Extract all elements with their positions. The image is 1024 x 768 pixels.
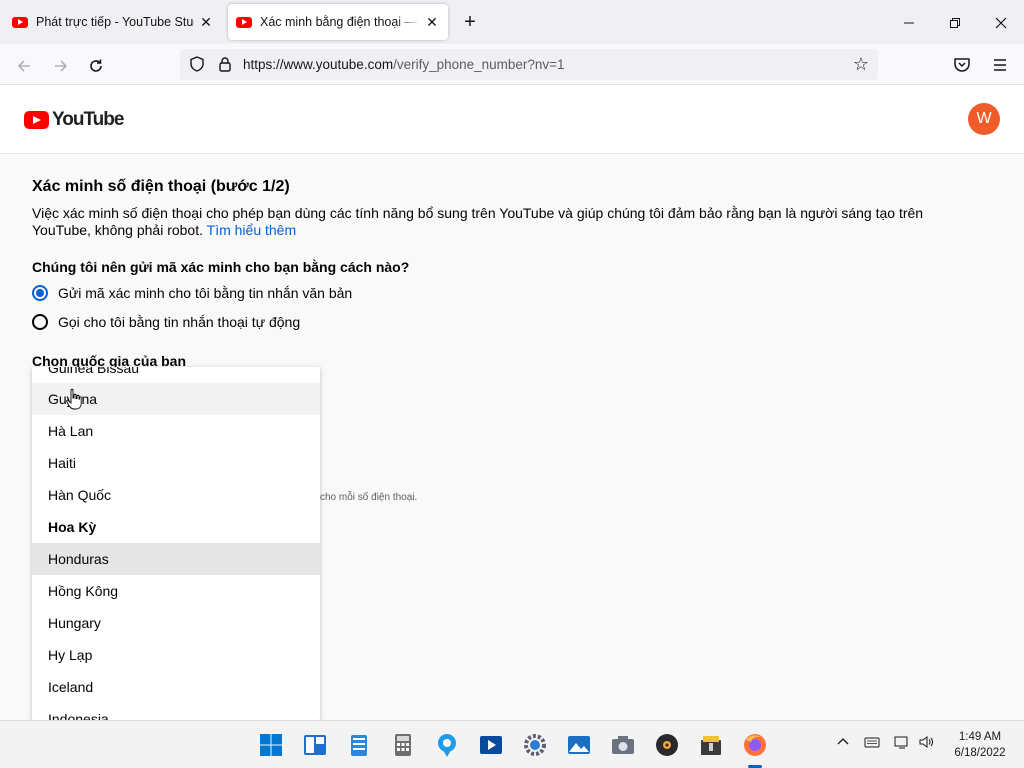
country-option[interactable]: Hungary [32,607,320,639]
option-label: Gửi mã xác minh cho tôi bằng tin nhắn vă… [58,285,353,301]
camera-icon[interactable] [610,732,636,758]
country-option[interactable]: Hồng Kông [32,575,320,607]
media-player-icon[interactable] [478,732,504,758]
back-button[interactable] [11,52,37,78]
tab-title: Xác minh bằng điện thoại — YouTube [260,15,420,29]
lock-icon[interactable] [216,55,234,73]
radio-checked-icon[interactable] [32,285,48,301]
country-option[interactable]: Hy Lạp [32,639,320,671]
note-text: cho mỗi số điện thoại. [320,492,418,503]
chevron-up-icon[interactable] [836,735,850,752]
radio-unchecked-icon[interactable] [32,314,48,330]
youtube-play-icon [24,111,49,129]
volume-icon[interactable] [918,735,934,752]
country-option[interactable]: Guinea Bissau [32,367,320,384]
option-label: Gọi cho tôi bằng tin nhắn thoại tự động [58,314,301,330]
system-clock[interactable]: 1:49 AM 6/18/2022 [944,729,1016,761]
calculator-icon[interactable] [390,732,416,758]
settings-icon[interactable] [522,732,548,758]
tab-phone-verification[interactable]: Xác minh bằng điện thoại — YouTube ✕ [228,4,448,40]
country-option[interactable]: Hà Lan [32,415,320,447]
delivery-question: Chúng tôi nên gửi mã xác minh cho bạn bằ… [32,259,410,275]
country-dropdown-list[interactable]: Guinea Bissau Guyana Hà Lan Haiti Hàn Qu… [32,367,320,720]
description: Việc xác minh số điện thoại cho phép bạn… [32,205,982,239]
bookmark-star-icon[interactable]: ☆ [850,53,872,75]
clock-time: 1:49 AM [958,731,1002,743]
new-tab-button[interactable]: + [458,10,482,34]
youtube-favicon-icon [236,16,252,28]
address-bar[interactable]: https://www.youtube.com/verify_phone_num… [180,49,878,80]
tracking-protection-icon[interactable] [188,55,206,73]
photos-icon[interactable] [566,732,592,758]
youtube-favicon-icon [12,16,28,28]
page-title: Xác minh số điện thoại (bước 1/2) [32,178,290,195]
tab-title: Phát trực tiếp - YouTube Studio [36,15,194,29]
menu-icon[interactable] [990,55,1010,75]
option-voice-call[interactable]: Gọi cho tôi bằng tin nhắn thoại tự động [32,312,300,332]
account-avatar[interactable]: W [968,103,1000,135]
close-tab-icon[interactable]: ✕ [198,14,214,31]
tab-youtube-studio[interactable]: Phát trực tiếp - YouTube Studio ✕ [4,4,222,40]
start-icon[interactable] [258,732,284,758]
forward-button[interactable] [48,52,74,78]
keyboard-icon[interactable] [864,735,880,752]
widgets-icon[interactable] [302,732,328,758]
windows-taskbar: 1:49 AM 6/18/2022 [0,720,1024,768]
option-text-message[interactable]: Gửi mã xác minh cho tôi bằng tin nhắn vă… [32,283,352,303]
youtube-logo[interactable]: YouTube [24,109,124,131]
network-icon[interactable] [894,735,910,752]
hand-cursor-icon [66,388,82,410]
country-option[interactable]: Iceland [32,671,320,703]
country-option[interactable]: Hàn Quốc [32,479,320,511]
minimize-button[interactable] [886,0,932,44]
youtube-header: YouTube W [0,85,1024,154]
close-window-button[interactable] [978,0,1024,44]
url-path: /verify_phone_number?nv=1 [393,57,565,72]
music-icon[interactable] [654,732,680,758]
country-option-selected[interactable]: Honduras [32,543,320,575]
country-option[interactable]: Haiti [32,447,320,479]
clock-date: 6/18/2022 [954,747,1006,759]
url-text: https://www.youtube.com/verify_phone_num… [243,57,565,72]
navigation-toolbar: https://www.youtube.com/verify_phone_num… [0,44,1024,85]
archive-icon[interactable] [698,732,724,758]
pocket-icon[interactable] [952,55,972,75]
description-text: Việc xác minh số điện thoại cho phép bạn… [32,205,924,238]
logo-text: YouTube [52,109,124,130]
firefox-icon[interactable] [742,732,768,758]
reload-button[interactable] [83,52,109,78]
country-option[interactable]: Indonesia [32,703,320,720]
restore-button[interactable] [932,0,978,44]
learn-more-link[interactable]: Tìm hiểu thêm [207,222,296,238]
country-option[interactable]: Hoa Kỳ [32,511,320,543]
url-domain: https://www.youtube.com [243,57,394,72]
tab-strip: Phát trực tiếp - YouTube Studio ✕ Xác mi… [0,0,1024,44]
close-tab-icon[interactable]: ✕ [424,14,440,31]
notepad-icon[interactable] [346,732,372,758]
maps-icon[interactable] [434,732,460,758]
